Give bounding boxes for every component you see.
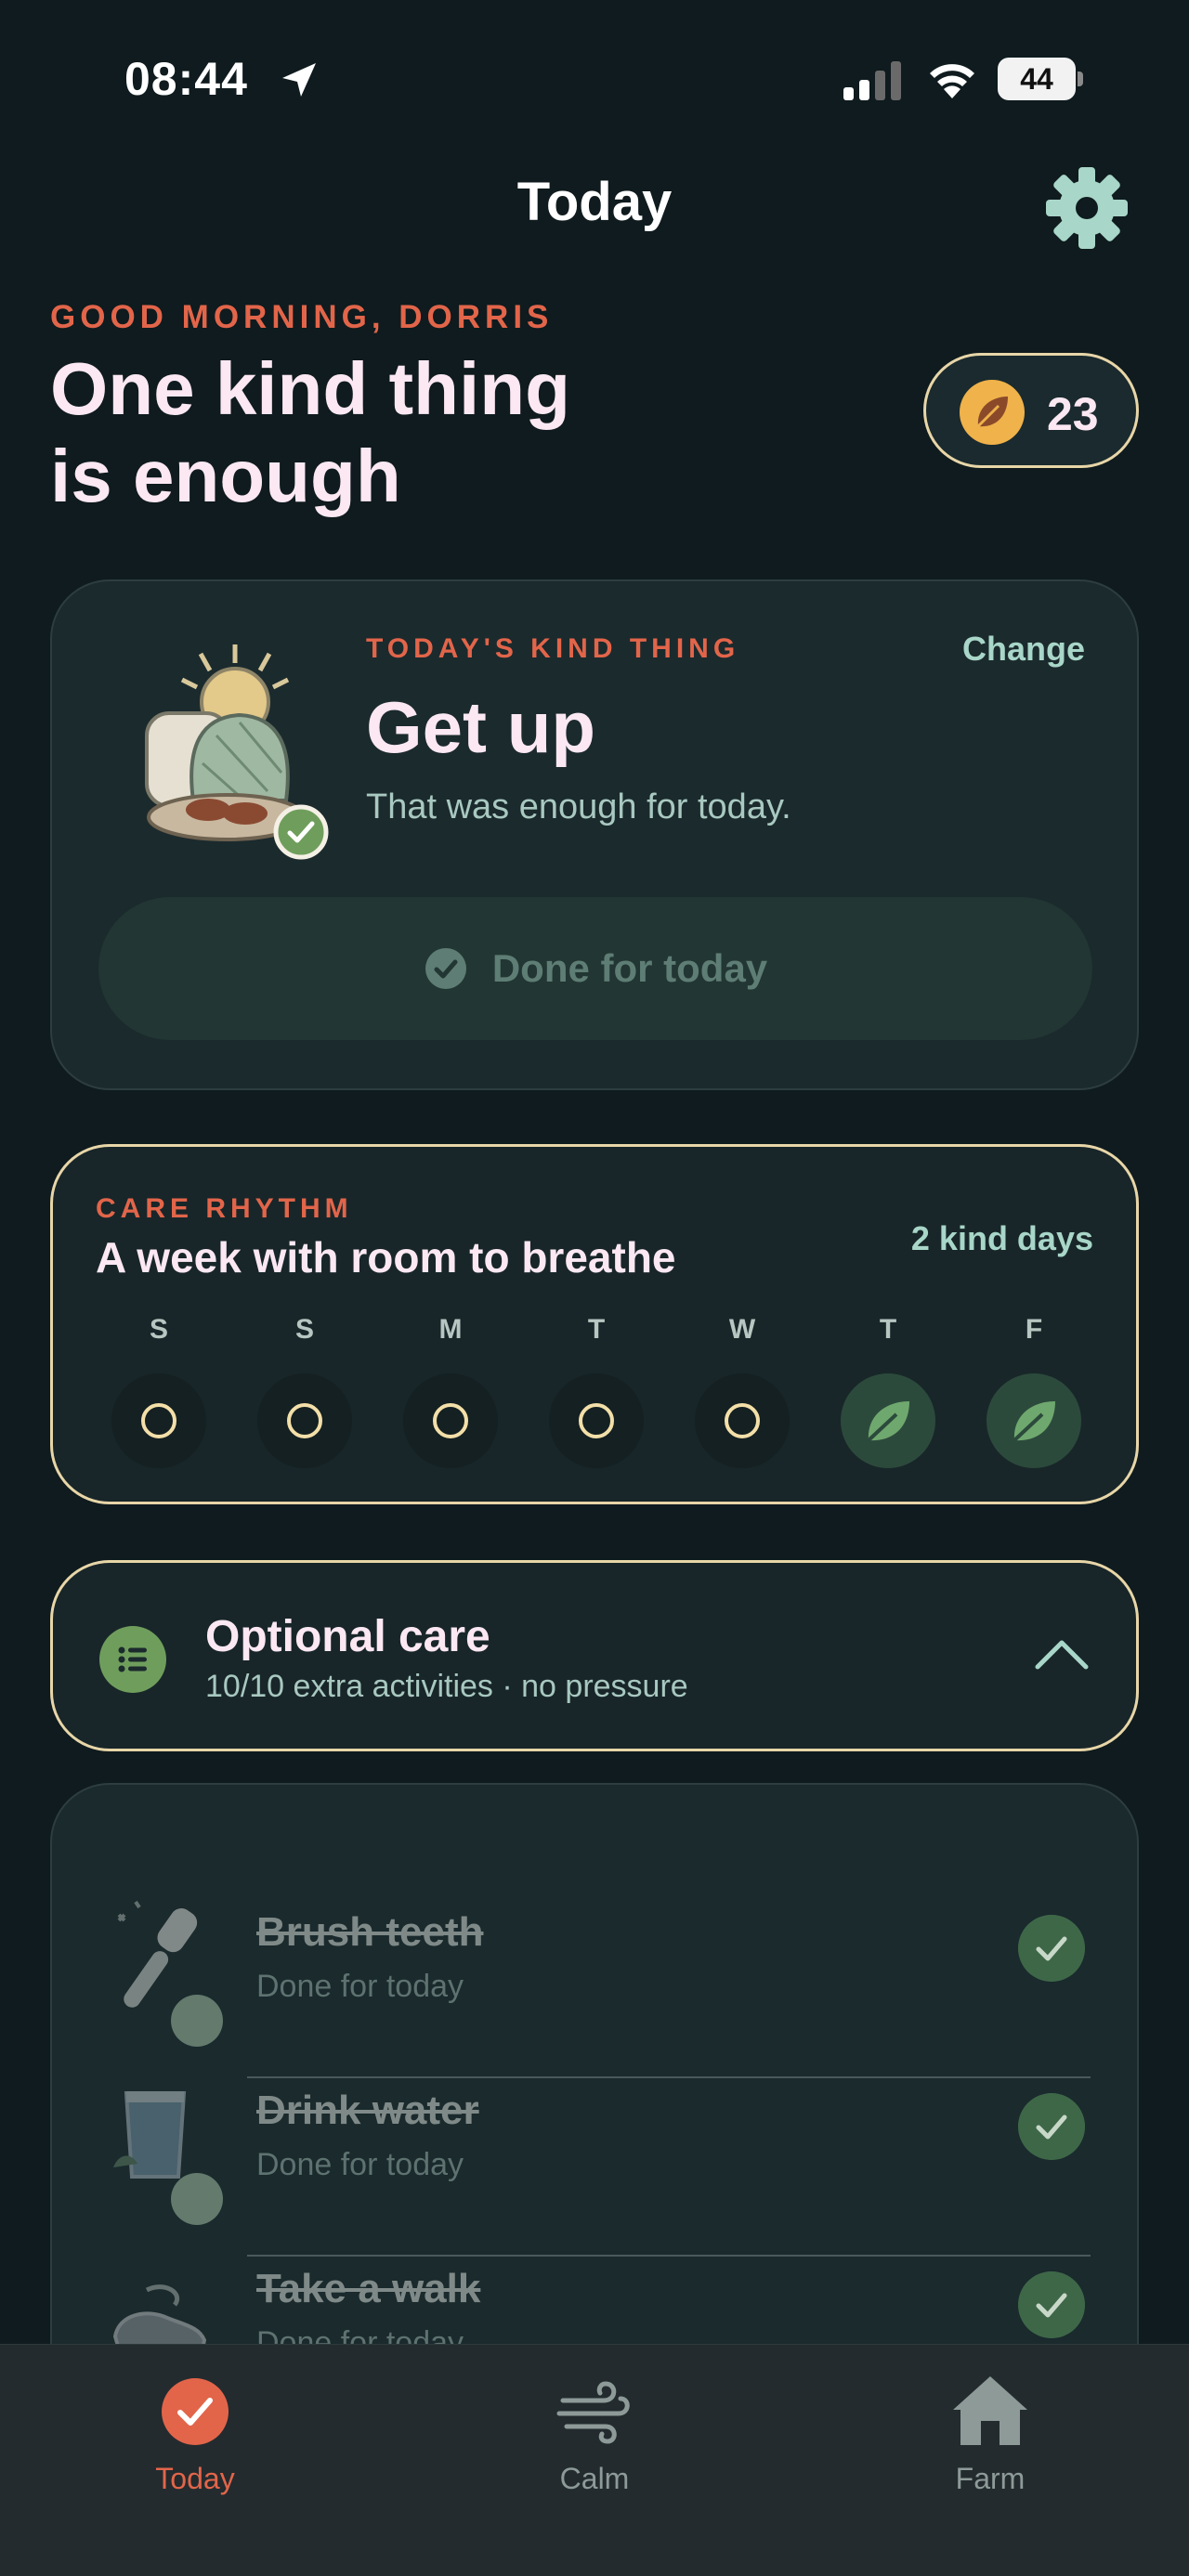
day-status-leaf (986, 1373, 1081, 1468)
status-time: 08:44 (124, 53, 248, 105)
day-status-open (111, 1373, 206, 1468)
cellular-signal-icon (843, 61, 901, 100)
activity-title: Brush teeth (256, 1909, 484, 1955)
kind-thing-title: Get up (366, 686, 595, 768)
day-status-open (695, 1373, 790, 1468)
empty-ring-icon (725, 1403, 760, 1438)
headline-line-1: One kind thing (50, 347, 570, 430)
day-sunday[interactable]: S (111, 1314, 207, 1468)
optional-care-subtitle: 10/10 extra activities · no pressure (205, 1669, 688, 1704)
list-icon (99, 1626, 166, 1693)
kind-thing-subtitle: That was enough for today. (366, 787, 791, 826)
day-status-leaf (841, 1373, 935, 1468)
empty-ring-icon (287, 1403, 322, 1438)
tab-today-label: Today (155, 2462, 235, 2495)
list-item[interactable]: Brush teeth Done for today (52, 1850, 1141, 2078)
activity-status: Done for today (256, 2147, 464, 2182)
day-monday[interactable]: M (402, 1314, 499, 1468)
tab-farm[interactable]: Farm (897, 2367, 1083, 2496)
empty-ring-icon (433, 1403, 468, 1438)
tab-farm-icon-wrap (946, 2367, 1035, 2456)
day-status-open (257, 1373, 352, 1468)
care-rhythm-card: CARE RHYTHM A week with room to breathe … (50, 1144, 1139, 1504)
day-letter: S (149, 1314, 168, 1345)
leaf-coin (960, 380, 1025, 445)
optional-care-toggle[interactable]: Optional care 10/10 extra activities · n… (50, 1560, 1139, 1751)
day-letter: W (728, 1314, 756, 1345)
empty-ring-icon (579, 1403, 614, 1438)
day-tuesday[interactable]: T (548, 1314, 645, 1468)
tab-today[interactable]: Today (102, 2367, 288, 2496)
check-circle-icon (425, 948, 466, 989)
tab-today-icon-wrap (150, 2367, 240, 2456)
tab-bar: Today Calm Farm (0, 2344, 1189, 2576)
day-letter: S (294, 1314, 314, 1345)
status-bar: 08:44 44 (0, 0, 1189, 158)
leaf-counter-pill[interactable]: 23 (923, 353, 1139, 468)
kind-days-count: 2 kind days (910, 1219, 1093, 1257)
care-rhythm-label: CARE RHYTHM (96, 1193, 353, 1224)
day-wednesday[interactable]: W (694, 1314, 790, 1468)
page-title: Today (516, 172, 673, 232)
battery-cap (1078, 72, 1083, 86)
done-button-label: Done for today (491, 946, 768, 990)
empty-ring-icon (141, 1403, 176, 1438)
check-circle-icon (162, 2378, 229, 2445)
battery-level: 44 (1020, 62, 1053, 96)
settings-gear-icon[interactable] (1044, 165, 1130, 251)
day-status-open (549, 1373, 644, 1468)
check-circle-icon[interactable] (1018, 2093, 1085, 2160)
leaf-icon (976, 397, 1008, 428)
day-status-open (403, 1373, 498, 1468)
tab-calm[interactable]: Calm (502, 2367, 687, 2496)
battery-indicator: 44 (998, 58, 1083, 100)
day-friday[interactable]: F (986, 1314, 1082, 1468)
location-arrow-icon (282, 63, 316, 97)
leaf-icon (1013, 1401, 1055, 1442)
activity-title: Take a walk (256, 2266, 481, 2311)
day-saturday[interactable]: S (256, 1314, 353, 1468)
day-thursday[interactable]: T (840, 1314, 936, 1468)
day-letter: M (438, 1314, 463, 1345)
change-button[interactable]: Change (962, 630, 1085, 669)
kind-thing-card: TODAY'S KIND THING Change Get up That wa… (50, 579, 1139, 1090)
list-glyph-icon (118, 1646, 147, 1672)
wind-icon (556, 2381, 630, 2444)
done-button-content: Done for today (98, 897, 1092, 1040)
leaf-icon (867, 1401, 909, 1442)
activity-status: Done for today (256, 1969, 464, 2004)
optional-care-title: Optional care (205, 1612, 490, 1661)
care-rhythm-title: A week with room to breathe (96, 1233, 676, 1281)
chevron-up-icon[interactable] (1034, 1635, 1090, 1672)
headline-line-2: is enough (50, 435, 401, 517)
done-for-today-button[interactable]: Done for today (98, 897, 1092, 1040)
tab-calm-label: Calm (559, 2462, 630, 2495)
tab-farm-label: Farm (955, 2462, 1026, 2495)
greeting-label: GOOD MORNING, DORRIS (50, 299, 554, 335)
day-letter: T (587, 1314, 606, 1345)
activity-title: Drink water (256, 2088, 479, 2133)
day-letter: F (1025, 1314, 1043, 1345)
list-item[interactable]: Drink water Done for today (52, 2028, 1141, 2257)
check-circle-icon[interactable] (1018, 2271, 1085, 2338)
tab-calm-icon-wrap (550, 2367, 639, 2456)
check-circle-icon[interactable] (1018, 1915, 1085, 1982)
completed-check-icon (273, 804, 329, 860)
kind-thing-label: TODAY'S KIND THING (366, 633, 740, 664)
day-letter: T (879, 1314, 897, 1345)
house-icon (953, 2376, 1027, 2445)
leaf-count: 23 (1047, 388, 1099, 440)
headline: One kind thing is enough (50, 345, 719, 520)
wifi-icon (930, 64, 974, 98)
